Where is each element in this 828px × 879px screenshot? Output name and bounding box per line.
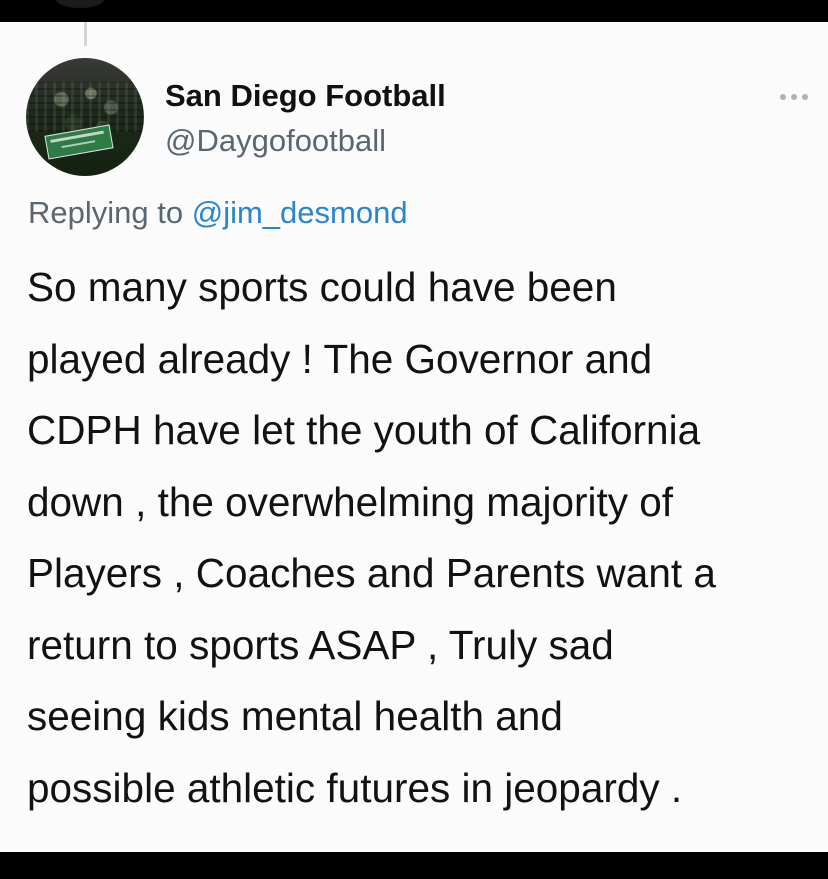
tweet-body-line: So many sports could have been bbox=[27, 264, 617, 310]
tweet-body-line: Players , Coaches and Parents want a bbox=[27, 550, 716, 596]
replying-to-prefix: Replying to bbox=[28, 195, 184, 230]
tweet-card[interactable]: San Diego Football @Daygofootball Replyi… bbox=[0, 22, 828, 852]
tweet-body-line: return to sports ASAP , Truly sad bbox=[27, 621, 614, 668]
tweet-body-line: played already ! The Governor and bbox=[27, 335, 653, 382]
screenshot-frame: San Diego Football @Daygofootball Replyi… bbox=[0, 0, 828, 879]
bottom-black-bar bbox=[0, 852, 828, 879]
tweet-body: So many sports could have been played al… bbox=[27, 252, 817, 824]
replying-to-line: Replying to @jim_desmond bbox=[28, 195, 408, 231]
tweet-body-line: seeing kids mental health and bbox=[27, 693, 563, 739]
reply-to-link[interactable]: @jim_desmond bbox=[192, 195, 408, 230]
avatar-team-crowd bbox=[26, 82, 144, 132]
author-display-name[interactable]: San Diego Football bbox=[165, 78, 446, 114]
partial-avatar-edge bbox=[56, 0, 104, 8]
top-black-bar bbox=[0, 0, 828, 22]
avatar[interactable] bbox=[26, 58, 144, 176]
more-options-icon[interactable] bbox=[776, 90, 812, 104]
thread-connector-line bbox=[84, 22, 87, 46]
tweet-body-line: possible athletic futures in jeopardy . bbox=[27, 764, 683, 811]
tweet-body-line: down , the overwhelming majority of bbox=[27, 478, 674, 525]
tweet-body-line: CDPH have let the youth of California bbox=[27, 407, 701, 453]
author-handle[interactable]: @Daygofootball bbox=[165, 123, 386, 159]
